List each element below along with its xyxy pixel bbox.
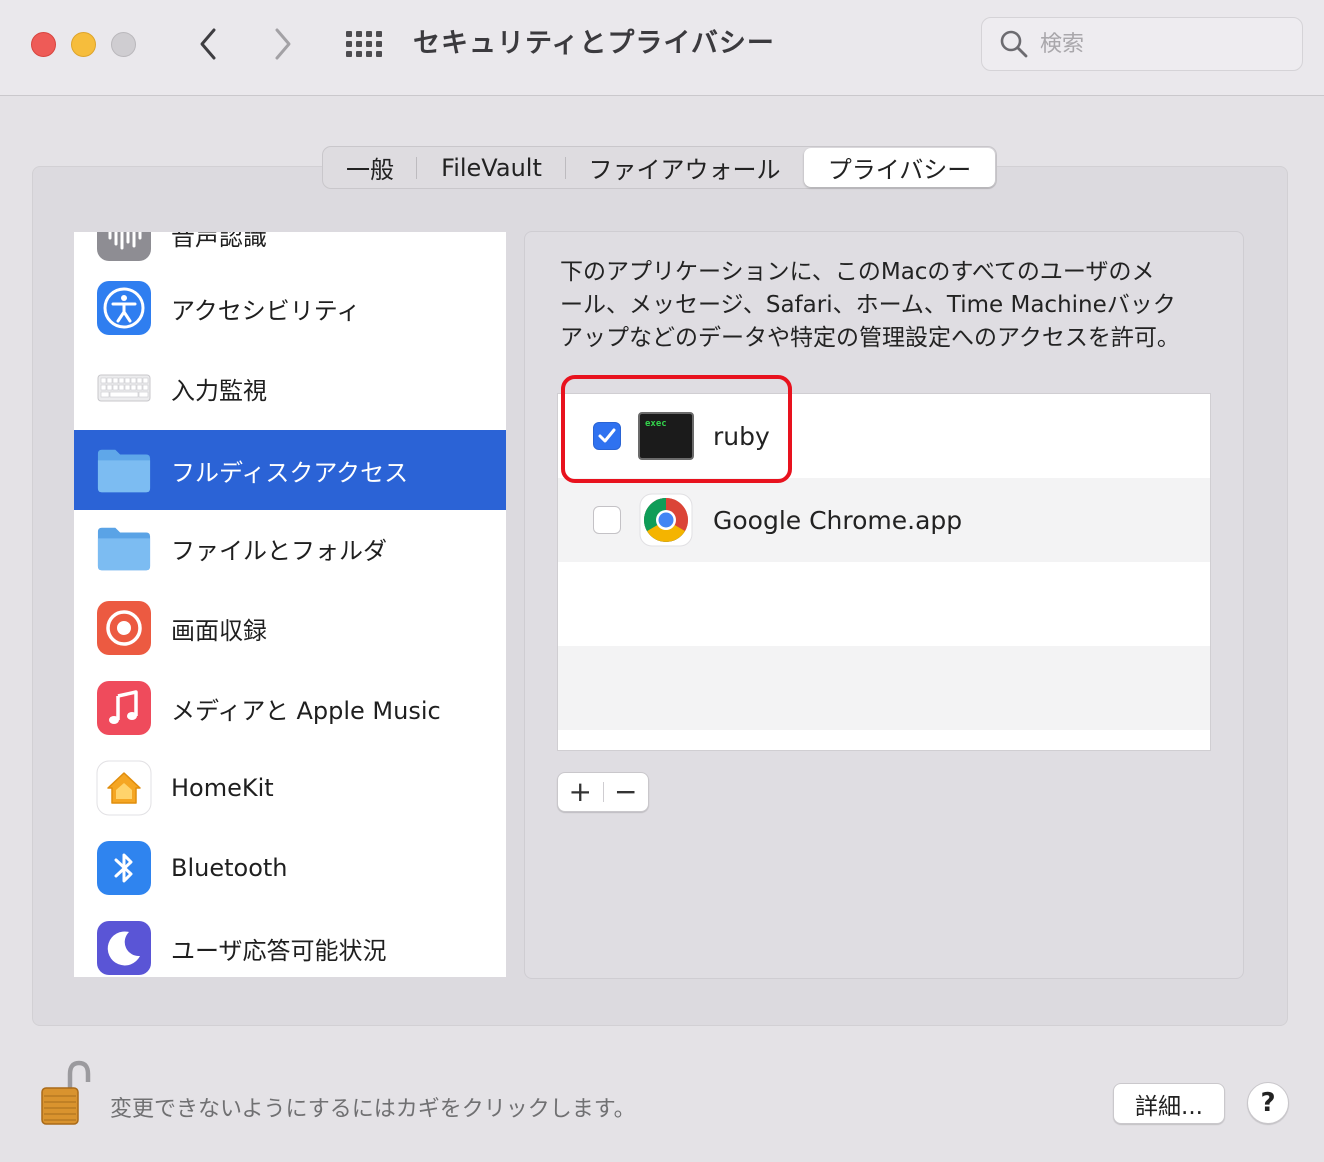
- app-row-ruby[interactable]: exec ruby: [558, 394, 1210, 478]
- waveform-icon: [96, 232, 152, 262]
- sidebar-item-label: メディアと Apple Music: [171, 696, 441, 725]
- sidebar-item-label: アクセシビリティ: [171, 296, 361, 325]
- sidebar-item-bluetooth[interactable]: Bluetooth: [74, 828, 506, 908]
- folder-icon: [96, 442, 152, 498]
- search-icon: [1000, 30, 1028, 58]
- sidebar-item-label: HomeKit: [171, 774, 274, 802]
- keyboard-icon: [96, 360, 152, 416]
- svg-text:exec: exec: [645, 419, 667, 429]
- description-line: アップなどのデータや特定の管理設定へのアクセスを許可。: [560, 325, 1180, 351]
- empty-row: [558, 562, 1210, 646]
- sidebar-item-media-apple-music[interactable]: メディアと Apple Music: [74, 668, 506, 748]
- description-line: 下のアプリケーションに、このMacのすべてのユーザのメ: [560, 259, 1155, 285]
- sidebar-item-label: 音声認識: [171, 232, 267, 251]
- sidebar-item-homekit[interactable]: HomeKit: [74, 748, 506, 828]
- sidebar-item-full-disk-access[interactable]: フルディスクアクセス: [74, 430, 506, 510]
- minimize-window-button[interactable]: [71, 32, 96, 57]
- add-remove-control: + −: [557, 772, 649, 812]
- search-input[interactable]: [1040, 31, 1280, 57]
- home-icon: [96, 760, 152, 816]
- sidebar-item-files-and-folders[interactable]: ファイルとフォルダ: [74, 508, 506, 588]
- chevron-left-icon: [200, 28, 216, 60]
- window-title: セキュリティとプライバシー: [413, 28, 775, 59]
- accessibility-icon: [96, 280, 152, 336]
- screen-record-icon: [96, 600, 152, 656]
- music-note-icon: [96, 680, 152, 736]
- sidebar-item-input-monitoring[interactable]: 入力監視: [74, 348, 506, 428]
- chrome-icon: [638, 492, 694, 548]
- bluetooth-icon: [96, 840, 152, 896]
- remove-app-button[interactable]: −: [603, 773, 648, 811]
- app-name: ruby: [713, 421, 770, 451]
- sidebar-item-label: 入力監視: [171, 376, 267, 405]
- description-line: ール、メッセージ、Safari、ホーム、Time Machineバック: [560, 292, 1176, 318]
- sidebar-item-screen-recording[interactable]: 画面収録: [74, 588, 506, 668]
- help-button[interactable]: ?: [1247, 1082, 1289, 1124]
- app-permission-list[interactable]: exec ruby Google Chrome.app: [557, 393, 1211, 751]
- zoom-window-button[interactable]: [111, 32, 136, 57]
- app-row-google-chrome[interactable]: Google Chrome.app: [558, 478, 1210, 562]
- privacy-category-list[interactable]: 音声認識 アクセシビリティ 入力監視 フルディスクアクセス ファイルとフォルダ …: [74, 232, 506, 977]
- sidebar-item-label: Bluetooth: [171, 854, 288, 882]
- tab-firewall[interactable]: ファイアウォール: [566, 147, 803, 188]
- search-box[interactable]: [981, 17, 1303, 71]
- ruby-access-checkbox[interactable]: [593, 422, 621, 450]
- tab-privacy[interactable]: プライバシー: [804, 148, 995, 187]
- empty-row: [558, 646, 1210, 730]
- lock-button[interactable]: [40, 1060, 92, 1128]
- checkmark-icon: [598, 428, 616, 443]
- app-name: Google Chrome.app: [713, 505, 963, 535]
- chevron-right-icon: [275, 28, 291, 60]
- tab-general[interactable]: 一般: [323, 147, 417, 188]
- window-titlebar: セキュリティとプライバシー: [0, 0, 1324, 96]
- unlocked-padlock-icon: [41, 1060, 91, 1125]
- moon-icon: [96, 920, 152, 976]
- sidebar-item-label: ファイルとフォルダ: [171, 536, 387, 565]
- advanced-button[interactable]: 詳細...: [1113, 1083, 1225, 1124]
- forward-button[interactable]: [265, 24, 301, 64]
- sidebar-item-accessibility[interactable]: アクセシビリティ: [74, 268, 506, 348]
- tab-bar: 一般 FileVault ファイアウォール プライバシー: [322, 146, 997, 189]
- sidebar-item-label: ユーザ応答可能状況: [171, 936, 387, 965]
- access-description: 下のアプリケーションに、このMacのすべてのユーザのメ ール、メッセージ、Saf…: [560, 256, 1220, 355]
- sidebar-item-focus-status[interactable]: ユーザ応答可能状況: [74, 908, 506, 977]
- lock-instruction-text: 変更できないようにするにはカギをクリックします。: [110, 1097, 636, 1122]
- chrome-access-checkbox[interactable]: [593, 506, 621, 534]
- folder-icon: [96, 520, 152, 576]
- close-window-button[interactable]: [31, 32, 56, 57]
- add-app-button[interactable]: +: [558, 773, 603, 811]
- show-all-grid-button[interactable]: [344, 28, 384, 60]
- sidebar-item-label: フルディスクアクセス: [171, 458, 409, 487]
- sidebar-item-label: 画面収録: [171, 616, 267, 645]
- back-button[interactable]: [190, 24, 226, 64]
- tab-filevault[interactable]: FileVault: [417, 147, 566, 188]
- terminal-exec-icon: exec: [638, 408, 694, 464]
